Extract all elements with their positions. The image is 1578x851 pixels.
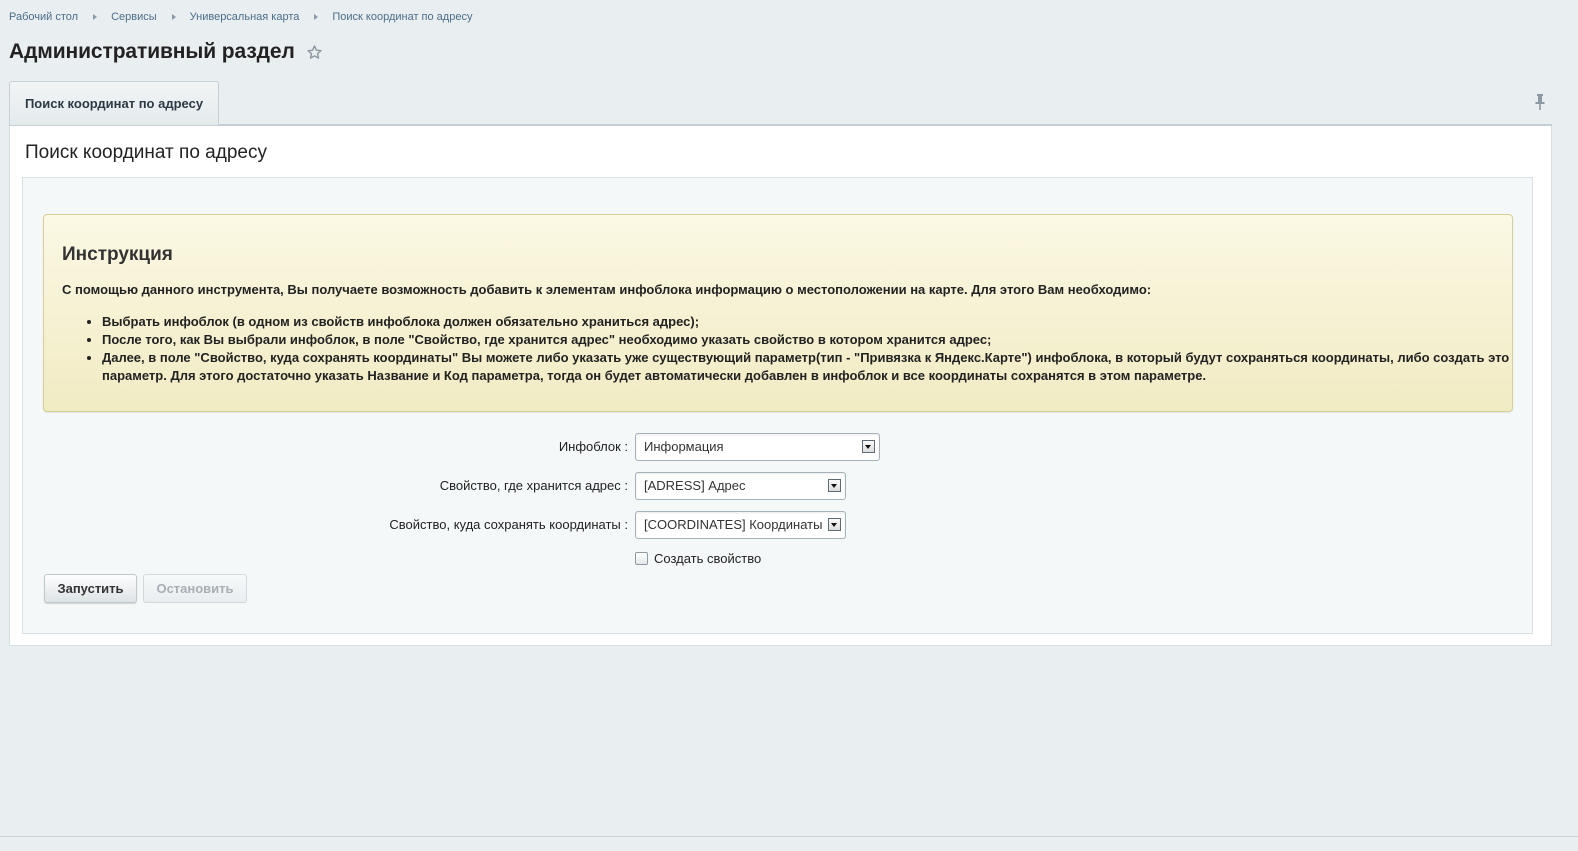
chevron-down-icon: [828, 518, 841, 531]
iblock-select[interactable]: Информация: [635, 433, 880, 461]
coords-prop-label: Свойство, куда сохранять координаты :: [389, 517, 628, 532]
stop-button[interactable]: Остановить: [143, 574, 247, 603]
coords-prop-select[interactable]: [COORDINATES] Координаты: [635, 511, 846, 539]
star-outline-icon[interactable]: [306, 44, 323, 61]
panel-heading: Поиск координат по адресу: [25, 142, 267, 163]
instruction-item: Далее, в поле "Свойство, куда сохранять …: [102, 349, 1522, 385]
page-title-row: Административный раздел: [9, 38, 323, 66]
address-prop-select-value: [ADRESS] Адрес: [644, 478, 746, 493]
form-row-address-prop: Свойство, где хранится адрес : [ADRESS] …: [23, 472, 1534, 500]
breadcrumb: Рабочий стол Сервисы Универсальная карта…: [9, 10, 472, 24]
breadcrumb-separator-icon: [314, 14, 319, 20]
form-row-coords-prop: Свойство, куда сохранять координаты : [C…: [23, 511, 1534, 539]
breadcrumb-separator-icon: [93, 14, 98, 20]
coords-prop-select-value: [COORDINATES] Координаты: [644, 517, 823, 532]
start-button[interactable]: Запустить: [44, 574, 137, 603]
address-prop-label: Свойство, где хранится адрес :: [439, 478, 628, 493]
breadcrumb-item-current[interactable]: Поиск координат по адресу: [332, 11, 472, 23]
form-row-iblock: Инфоблок : Информация: [23, 433, 1534, 461]
instruction-list: Выбрать инфоблок (в одном из свойств инф…: [62, 313, 1522, 385]
iblock-label: Инфоблок :: [558, 439, 628, 454]
instruction-box: Инструкция С помощью данного инструмента…: [43, 214, 1513, 412]
create-prop-label[interactable]: Создать свойство: [654, 551, 761, 566]
create-prop-checkbox[interactable]: [635, 551, 648, 565]
pin-icon[interactable]: [1534, 93, 1546, 111]
iblock-select-value: Информация: [644, 439, 724, 454]
main-panel: Поиск координат по адресу Инструкция С п…: [9, 126, 1552, 646]
page-title: Административный раздел: [9, 40, 295, 63]
instruction-item: Выбрать инфоблок (в одном из свойств инф…: [102, 313, 1522, 331]
content-area: Инструкция С помощью данного инструмента…: [22, 177, 1533, 634]
breadcrumb-item-desktop[interactable]: Рабочий стол: [9, 11, 78, 23]
chevron-down-icon: [828, 479, 841, 492]
instruction-item: После того, как Вы выбрали инфоблок, в п…: [102, 331, 1522, 349]
tab-coordinate-search[interactable]: Поиск координат по адресу: [9, 81, 219, 125]
instruction-intro: С помощью данного инструмента, Вы получа…: [62, 282, 1152, 297]
footer-divider: [0, 836, 1578, 837]
address-prop-select[interactable]: [ADRESS] Адрес: [635, 472, 846, 500]
chevron-down-icon: [862, 440, 875, 453]
instruction-title: Инструкция: [62, 244, 173, 265]
breadcrumb-item-services[interactable]: Сервисы: [111, 11, 157, 23]
breadcrumb-item-universal-map[interactable]: Универсальная карта: [190, 11, 300, 23]
breadcrumb-separator-icon: [171, 14, 176, 20]
create-prop-row: Создать свойство: [635, 549, 761, 567]
